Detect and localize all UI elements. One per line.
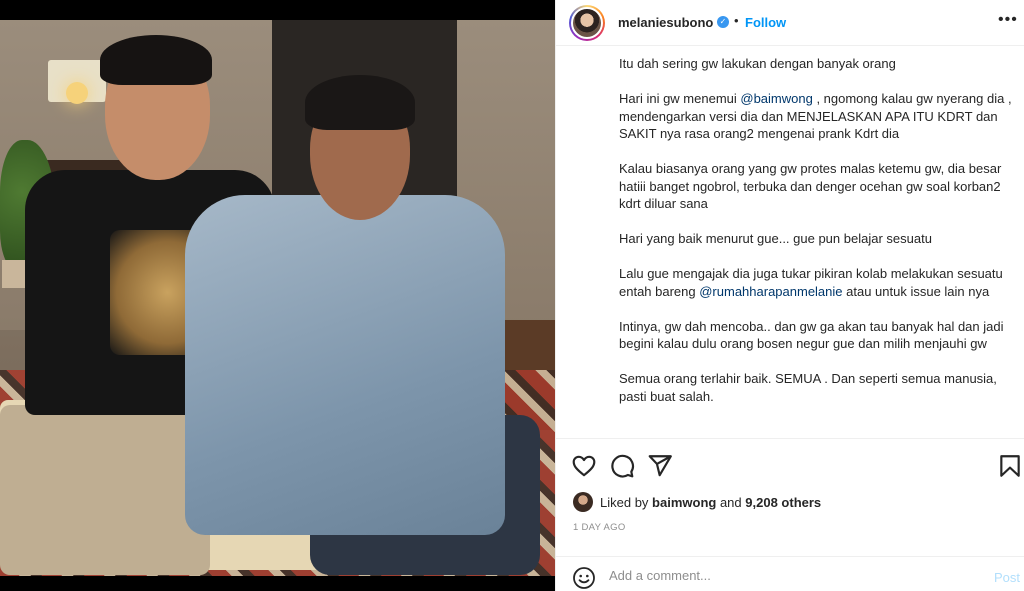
- verified-icon: ✓: [717, 16, 729, 28]
- caption-paragraph: Itu dah sering gw lakukan dengan banyak …: [619, 56, 896, 71]
- post-comment-button[interactable]: Post: [994, 570, 1020, 585]
- post-header: melaniesubono ✓ • Follow •••: [556, 0, 1024, 46]
- photo-woman-jacket: [185, 195, 505, 535]
- follow-button[interactable]: Follow: [745, 15, 786, 30]
- heart-icon[interactable]: [571, 453, 597, 479]
- photo-lamp-glow: [66, 82, 88, 104]
- post-sidebar: melaniesubono ✓ • Follow ••• Itu dah ser…: [555, 0, 1024, 591]
- comment-icon[interactable]: [609, 453, 635, 479]
- caption-paragraph: Hari ini gw menemui @baimwong , ngomong …: [619, 90, 1014, 143]
- post-caption: Itu dah sering gw lakukan dengan banyak …: [619, 55, 1014, 437]
- caption-text: atau untuk issue lain nya: [842, 283, 990, 299]
- liker-username[interactable]: baimwong: [652, 495, 716, 510]
- mention-link[interactable]: @rumahharapanmelanie: [699, 284, 842, 299]
- likes-middle: and: [719, 494, 742, 510]
- photo-woman-hair: [305, 75, 415, 130]
- caption-paragraph: Semua orang terlahir baik. SEMUA . Dan s…: [619, 371, 997, 404]
- mention-link[interactable]: @baimwong: [740, 91, 812, 106]
- liker-avatar[interactable]: [573, 492, 593, 512]
- more-options-icon[interactable]: •••: [998, 11, 1018, 29]
- likes-prefix: Liked by: [600, 494, 649, 510]
- photo-man-pants: [0, 405, 210, 575]
- caption-text: Hari ini gw menemui: [619, 91, 741, 106]
- post-actions: [556, 438, 1024, 490]
- post-media[interactable]: [0, 0, 555, 591]
- post-timestamp[interactable]: 1 DAY AGO: [573, 522, 626, 533]
- emoji-icon[interactable]: [572, 566, 596, 590]
- caption-paragraph: Kalau biasanya orang yang gw protes mala…: [619, 161, 1002, 211]
- photo-man-hair: [100, 35, 212, 85]
- post-photo: [0, 20, 555, 576]
- comment-bar: Post: [556, 556, 1024, 591]
- likes-count-link[interactable]: 9,208 others: [745, 495, 821, 510]
- username-link[interactable]: melaniesubono: [618, 15, 713, 30]
- avatar-image: [571, 7, 603, 39]
- comment-input[interactable]: [609, 568, 949, 583]
- likes-summary: Liked by baimwong and 9,208 others: [573, 492, 821, 512]
- separator-dot: •: [734, 13, 739, 28]
- caption-paragraph: Lalu gue mengajak dia juga tukar pikiran…: [619, 265, 1014, 300]
- bookmark-icon[interactable]: [997, 453, 1023, 479]
- share-icon[interactable]: [647, 453, 673, 479]
- caption-paragraph: Hari yang baik menurut gue... gue pun be…: [619, 231, 932, 246]
- caption-paragraph: Intinya, gw dah mencoba.. dan gw ga akan…: [619, 318, 1004, 352]
- avatar[interactable]: [569, 5, 605, 41]
